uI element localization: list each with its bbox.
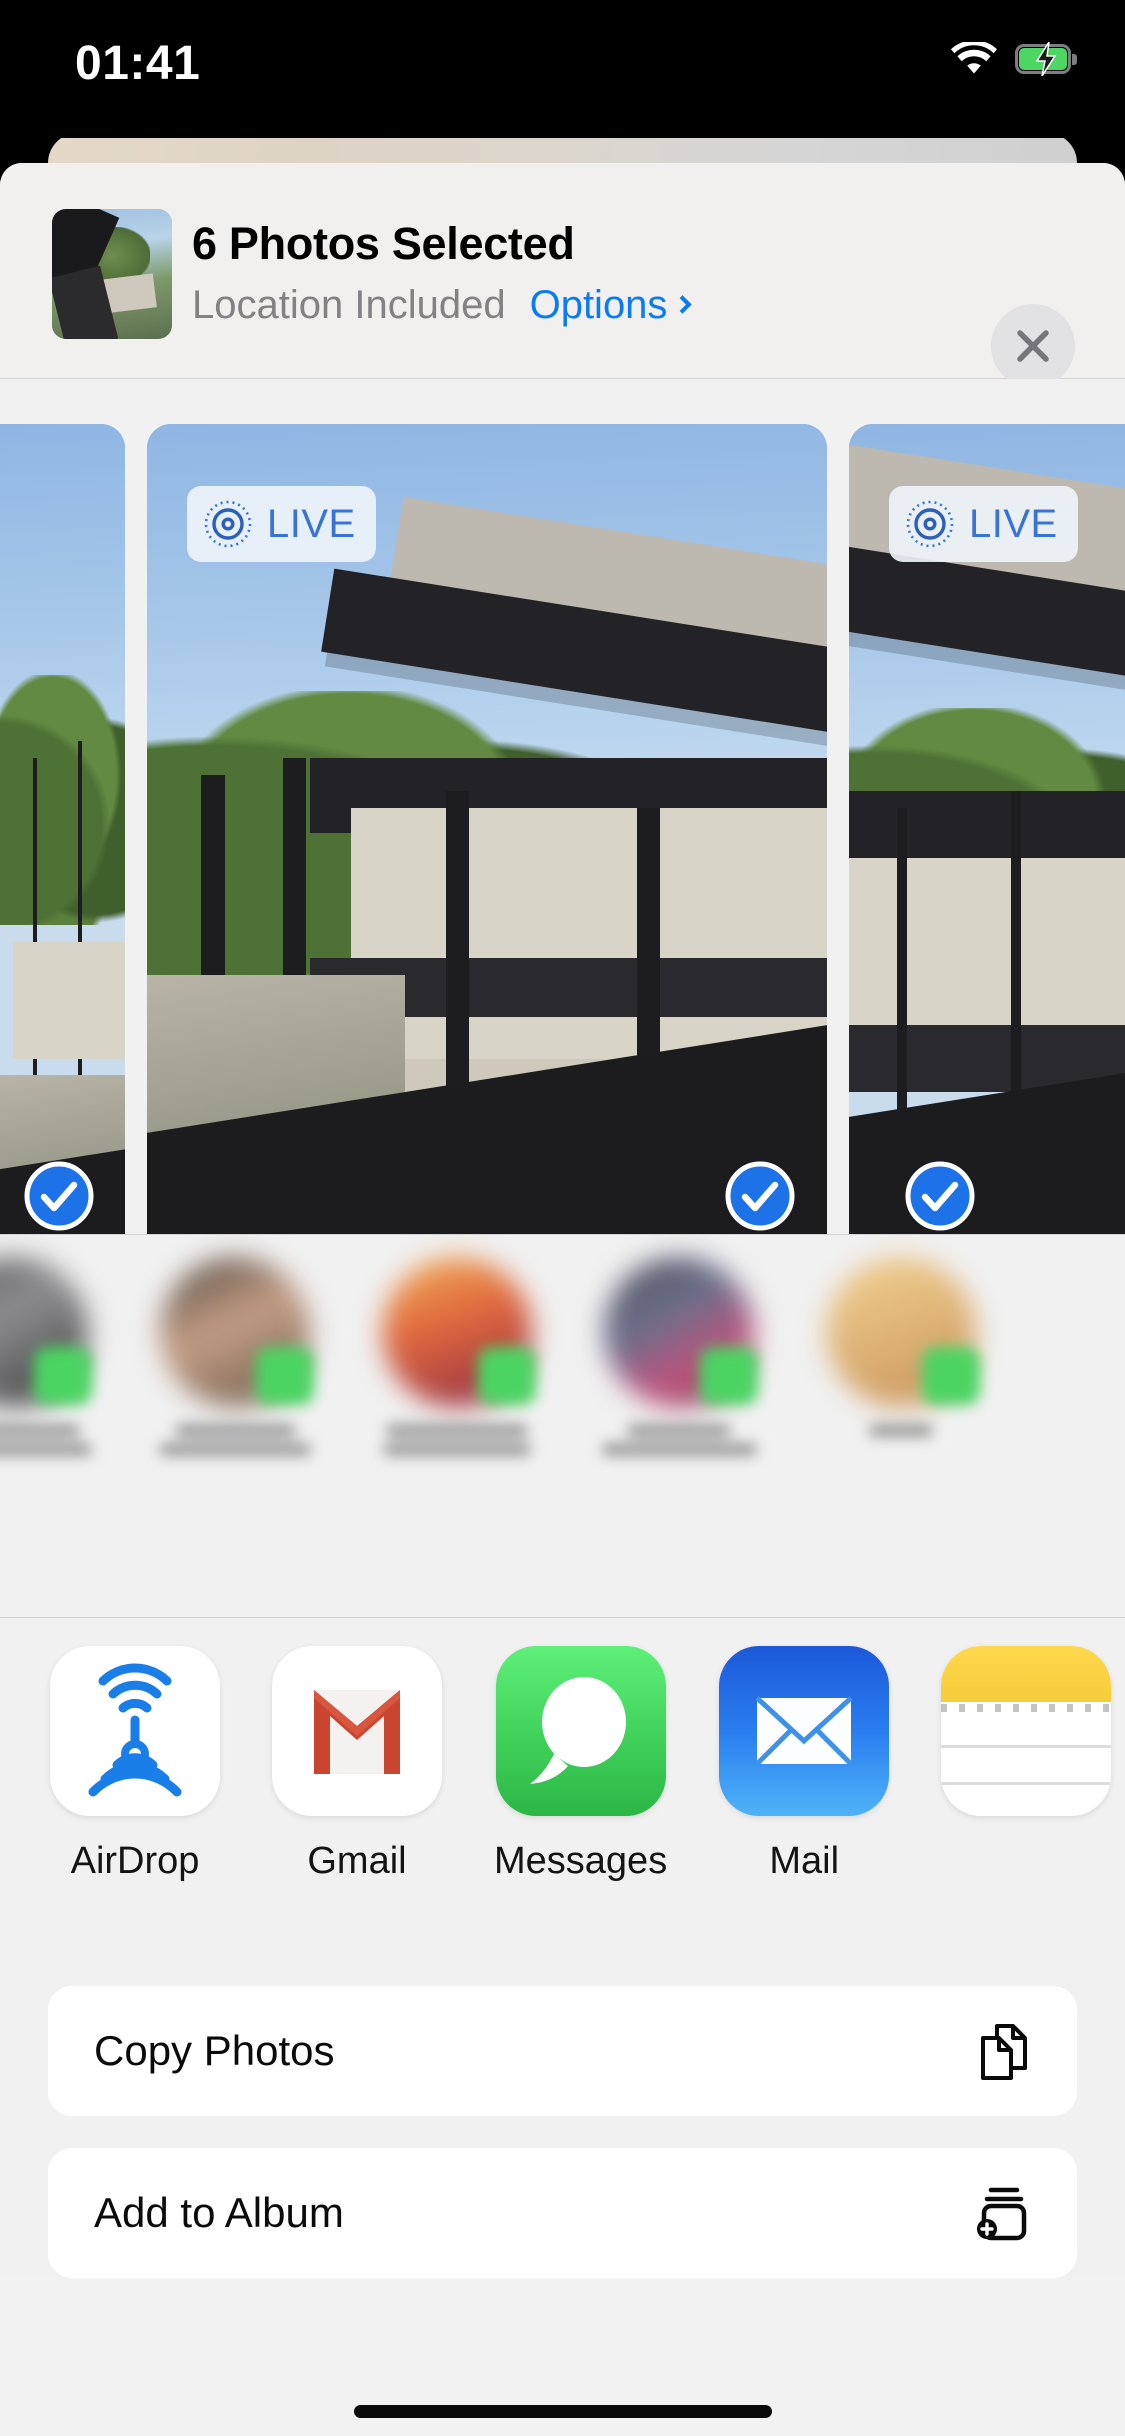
photo-selected-check-2[interactable]	[725, 1161, 795, 1231]
action-label: Copy Photos	[94, 2027, 335, 2074]
live-photo-icon	[204, 500, 252, 548]
photo-selected-check-3[interactable]	[905, 1161, 975, 1231]
location-status-label: Location Included	[192, 283, 506, 327]
add-to-album-icon	[977, 2187, 1027, 2241]
contact-suggestion-2[interactable]	[150, 1257, 320, 1455]
contact-name-label	[0, 1425, 98, 1455]
battery-charging-icon	[1015, 42, 1077, 76]
contact-name-label	[594, 1425, 764, 1455]
messages-icon	[495, 1646, 666, 1816]
share-app-airdrop[interactable]: AirDrop	[50, 1646, 220, 1883]
contact-suggestion-4[interactable]	[594, 1257, 764, 1455]
avatar	[160, 1257, 314, 1407]
close-button[interactable]	[991, 304, 1075, 388]
share-actions-list: Copy Photos Add to Album	[0, 1956, 1125, 2278]
mail-icon	[719, 1646, 890, 1816]
photo-thumbnail-3[interactable]: LIVE	[849, 424, 1125, 1234]
contact-name-label	[372, 1425, 542, 1455]
gmail-icon	[272, 1646, 442, 1816]
messages-badge	[478, 1347, 536, 1405]
options-label: Options	[529, 283, 668, 327]
messages-badge	[922, 1347, 980, 1405]
photo-thumbnail-2[interactable]: LIVE	[147, 424, 827, 1234]
share-app-gmail[interactable]: Gmail	[272, 1646, 442, 1883]
share-app-mail[interactable]: Mail	[719, 1646, 890, 1883]
action-copy-photos[interactable]: Copy Photos	[48, 1986, 1077, 2116]
chevron-right-icon	[673, 295, 693, 314]
iphone-screen: 01:41 6 Photos Selected Location Include…	[0, 0, 1125, 2436]
avatar	[382, 1257, 536, 1407]
avatar	[826, 1257, 980, 1407]
options-button[interactable]: Options	[529, 283, 693, 328]
contact-suggestion-5[interactable]	[816, 1257, 986, 1451]
copy-documents-icon	[981, 2024, 1027, 2080]
notes-icon	[941, 1646, 1112, 1816]
app-label: AirDrop	[70, 1840, 200, 1882]
share-app-notes[interactable]	[941, 1646, 1112, 1840]
status-bar-time: 01:41	[75, 37, 201, 90]
app-label: Gmail	[307, 1840, 407, 1882]
wifi-icon	[951, 42, 997, 74]
action-label: Add to Album	[94, 2189, 344, 2236]
close-icon	[1017, 330, 1049, 362]
contact-name-label	[816, 1425, 986, 1451]
home-indicator[interactable]	[353, 2405, 772, 2418]
live-photo-icon	[906, 500, 954, 548]
photo-selected-check-1[interactable]	[24, 1161, 94, 1231]
messages-badge	[34, 1347, 92, 1405]
header-subtitle-row: Location Included Options	[192, 283, 693, 328]
app-label: Mail	[769, 1840, 840, 1882]
avatar	[604, 1257, 758, 1407]
suggested-contacts-row[interactable]	[0, 1235, 1125, 1617]
contact-name-label	[150, 1425, 320, 1455]
share-apps-row[interactable]: AirDrop Gmail Messages Mail	[0, 1618, 1125, 1956]
live-badge-label: LIVE	[267, 501, 356, 546]
share-app-messages[interactable]: Messages	[494, 1646, 667, 1883]
page-title: 6 Photos Selected	[192, 218, 575, 269]
airdrop-icon	[50, 1646, 220, 1816]
status-bar-indicators	[951, 42, 1077, 76]
contact-suggestion-1[interactable]	[0, 1257, 98, 1455]
selected-photos-strip[interactable]: LIVE LIVE	[0, 379, 1125, 1234]
selected-photo-thumbnail[interactable]	[52, 209, 172, 339]
app-label: Messages	[494, 1840, 668, 1882]
live-badge-label: LIVE	[969, 501, 1058, 546]
messages-badge	[700, 1347, 758, 1405]
live-photo-badge-2: LIVE	[187, 486, 376, 562]
messages-badge	[256, 1347, 314, 1405]
live-photo-badge-3: LIVE	[889, 486, 1078, 562]
action-add-to-album[interactable]: Add to Album	[48, 2148, 1077, 2278]
photo-thumbnail-1[interactable]	[0, 424, 125, 1234]
share-sheet-header: 6 Photos Selected Location Included Opti…	[0, 163, 1125, 388]
status-bar: 01:41	[0, 0, 1125, 138]
contact-suggestion-3[interactable]	[372, 1257, 542, 1455]
share-sheet: 6 Photos Selected Location Included Opti…	[0, 163, 1125, 2436]
avatar	[0, 1257, 92, 1407]
